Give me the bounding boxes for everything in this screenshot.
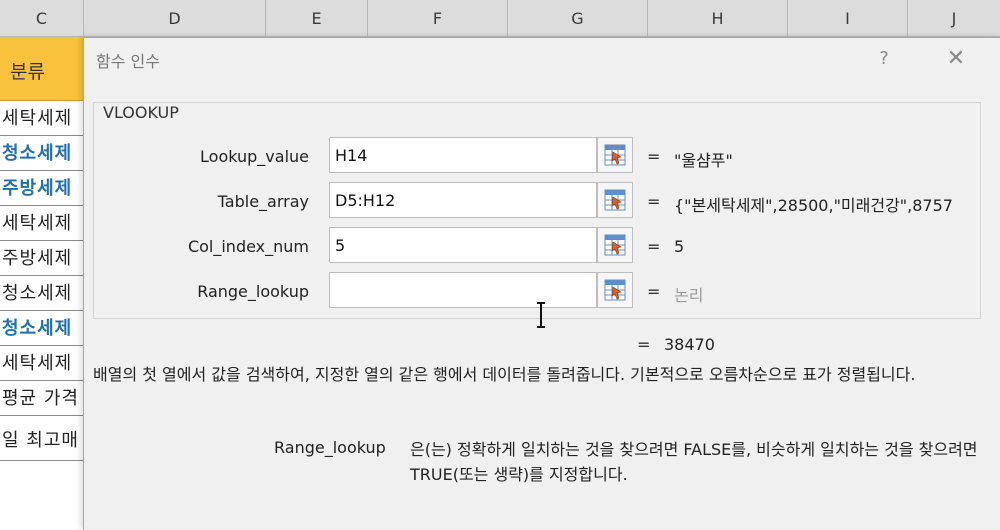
arg-result-table-array: {"본세탁세제",28500,"미래건강",8757 <box>674 196 953 215</box>
ibeam-cursor-icon <box>537 302 545 328</box>
lookup-value-ref-button[interactable] <box>597 137 633 173</box>
arg-result-lookup-value: "울샴푸" <box>674 151 733 170</box>
range-select-icon <box>604 144 626 166</box>
range-select-icon <box>604 234 626 256</box>
column-header-i[interactable]: I <box>788 0 908 37</box>
function-name: VLOOKUP <box>103 103 179 122</box>
sheet-cell[interactable]: 주방세제 <box>0 172 84 206</box>
range-select-icon <box>604 189 626 211</box>
range-lookup-input[interactable] <box>329 272 597 308</box>
arg-label-table-array: Table_array <box>217 192 309 211</box>
arg-equals: = <box>647 192 661 211</box>
column-header-c[interactable]: C <box>0 0 84 37</box>
close-icon: ✕ <box>946 46 966 71</box>
range-select-icon <box>604 279 626 301</box>
arg-equals: = <box>647 147 661 166</box>
arg-help-name: Range_lookup <box>274 438 386 457</box>
column-header-g[interactable]: G <box>508 0 648 37</box>
arg-label-col-index-num: Col_index_num <box>187 237 309 256</box>
arg-label-range-lookup: Range_lookup <box>197 282 309 301</box>
sheet-cell[interactable]: 평균 가격 <box>0 382 84 416</box>
formula-result-value: 38470 <box>664 335 715 354</box>
sheet-cell[interactable]: 청소세제 <box>0 137 84 171</box>
category-header-cell[interactable]: 분류 <box>10 57 45 84</box>
formula-result-equals: = <box>637 335 651 354</box>
function-group-box: VLOOKUP Lookup_value = "울샴푸" Table_array <box>93 102 981 319</box>
sheet-cell[interactable]: 주방세제 <box>0 242 84 276</box>
arg-label-lookup-value: Lookup_value <box>200 147 309 166</box>
sheet-cell[interactable]: 세탁세제 <box>0 347 84 381</box>
column-header-d[interactable]: D <box>84 0 266 37</box>
table-array-ref-button[interactable] <box>597 182 633 218</box>
sheet-cell[interactable]: 세탁세제 <box>0 207 84 241</box>
column-header-j[interactable]: J <box>908 0 1000 37</box>
function-description: 배열의 첫 열에서 값을 검색하여, 지정한 열의 같은 행에서 데이터를 돌려… <box>93 365 916 384</box>
sheet-cell[interactable]: 청소세제 <box>0 312 84 346</box>
sheet-cell[interactable]: 일 최고매 <box>0 417 84 461</box>
arg-equals: = <box>647 237 661 256</box>
lookup-value-input[interactable] <box>329 137 597 173</box>
sheet-cell[interactable]: 청소세제 <box>0 277 84 311</box>
table-array-input[interactable] <box>329 182 597 218</box>
range-lookup-ref-button[interactable] <box>597 272 633 308</box>
column-header-h[interactable]: H <box>648 0 788 37</box>
col-index-num-ref-button[interactable] <box>597 227 633 263</box>
dialog-title: 함수 인수 <box>96 52 160 71</box>
column-header-e[interactable]: E <box>266 0 368 37</box>
column-header-f[interactable]: F <box>368 0 508 37</box>
function-arguments-dialog: 함수 인수 ? ✕ VLOOKUP Lookup_value = "울샴푸" T… <box>83 37 1000 530</box>
col-index-num-input[interactable] <box>329 227 597 263</box>
arg-result-range-lookup: 논리 <box>674 286 704 305</box>
arg-help-text: 은(는) 정확하게 일치하는 것을 찾으려면 FALSE를, 비슷하게 일치하는… <box>410 440 978 484</box>
close-button[interactable]: ✕ <box>936 44 976 74</box>
arg-equals: = <box>647 282 661 301</box>
sheet-cell[interactable]: 세탁세제 <box>0 102 84 136</box>
help-button[interactable]: ? <box>869 44 899 74</box>
arg-result-col-index-num: 5 <box>674 237 685 256</box>
column-header-bar: C D E F G H I J <box>0 0 1000 37</box>
